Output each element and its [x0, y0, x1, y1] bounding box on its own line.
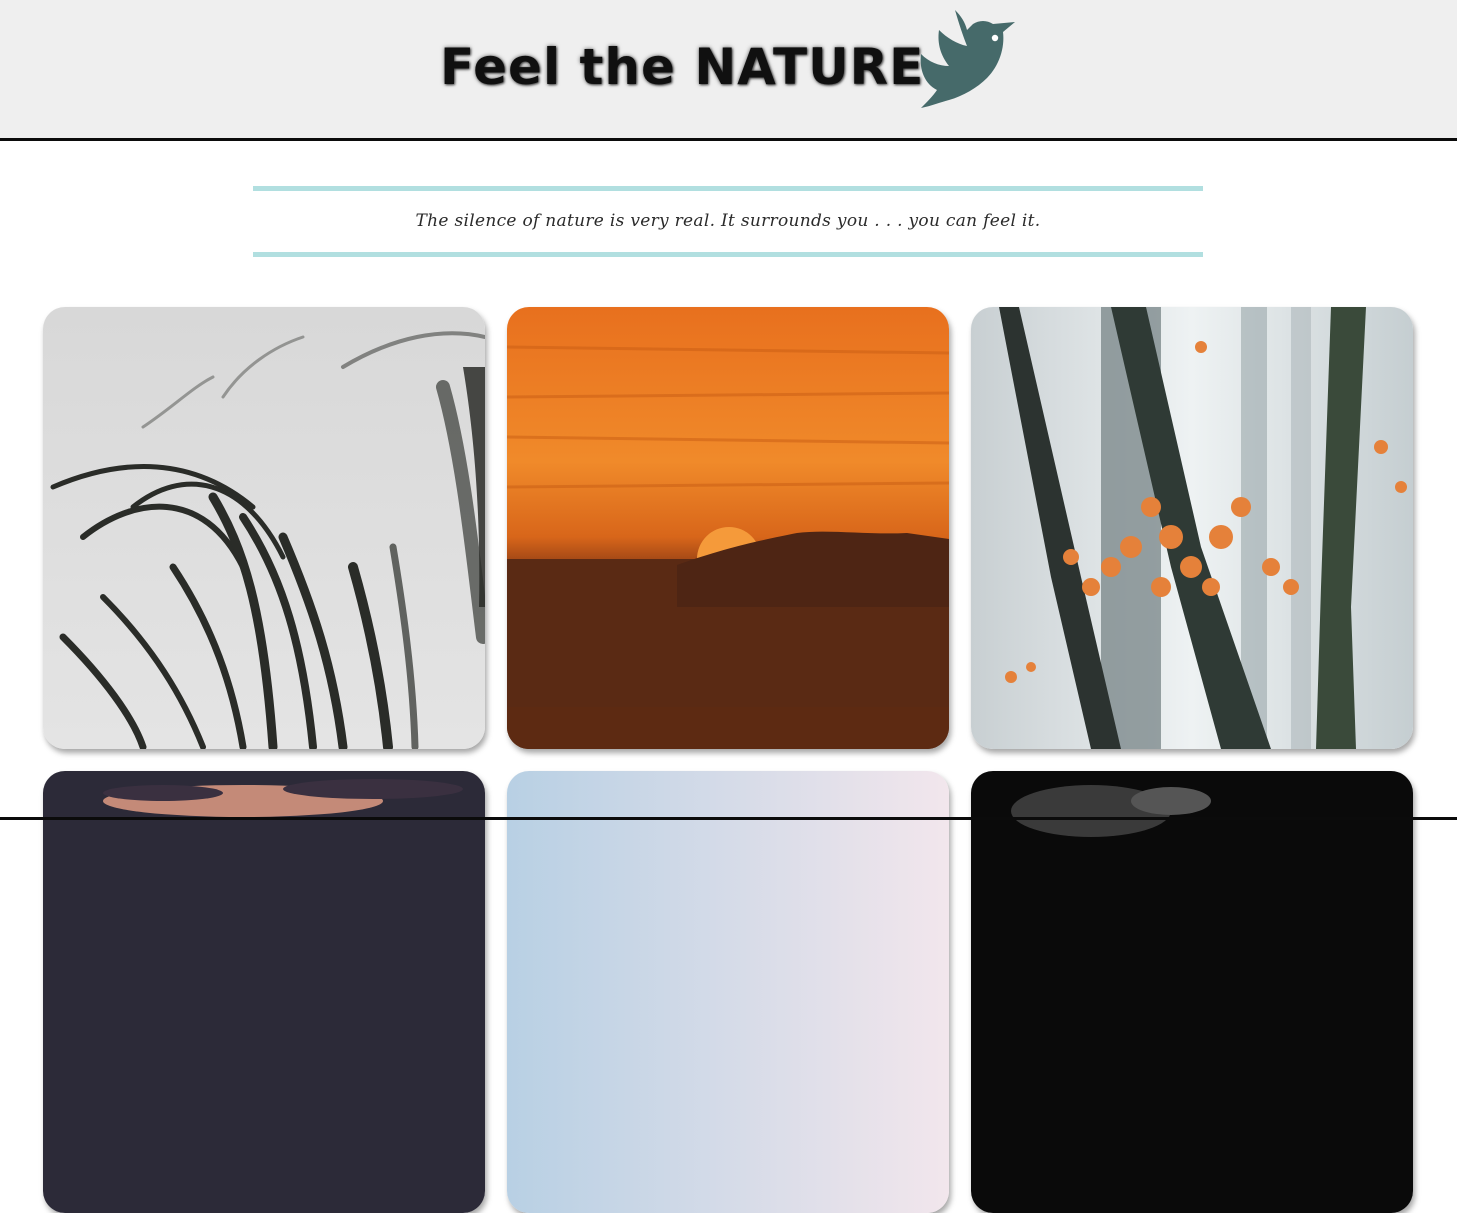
site-title: Feel the NATURE	[440, 38, 925, 96]
gallery-image-sunset[interactable]	[507, 307, 949, 749]
gallery-image-dusk[interactable]	[43, 771, 485, 1213]
gallery-image-sky[interactable]	[507, 771, 949, 1213]
gallery-image-grass[interactable]	[43, 307, 485, 749]
quote-box: The silence of nature is very real. It s…	[253, 186, 1203, 257]
gallery-image-dark-clouds[interactable]	[971, 771, 1413, 1213]
nature-quote: The silence of nature is very real. It s…	[415, 211, 1041, 231]
gallery-image-forest[interactable]	[971, 307, 1413, 749]
bird-icon	[915, 8, 1019, 110]
site-header: Feel the NATURE	[0, 0, 1457, 141]
